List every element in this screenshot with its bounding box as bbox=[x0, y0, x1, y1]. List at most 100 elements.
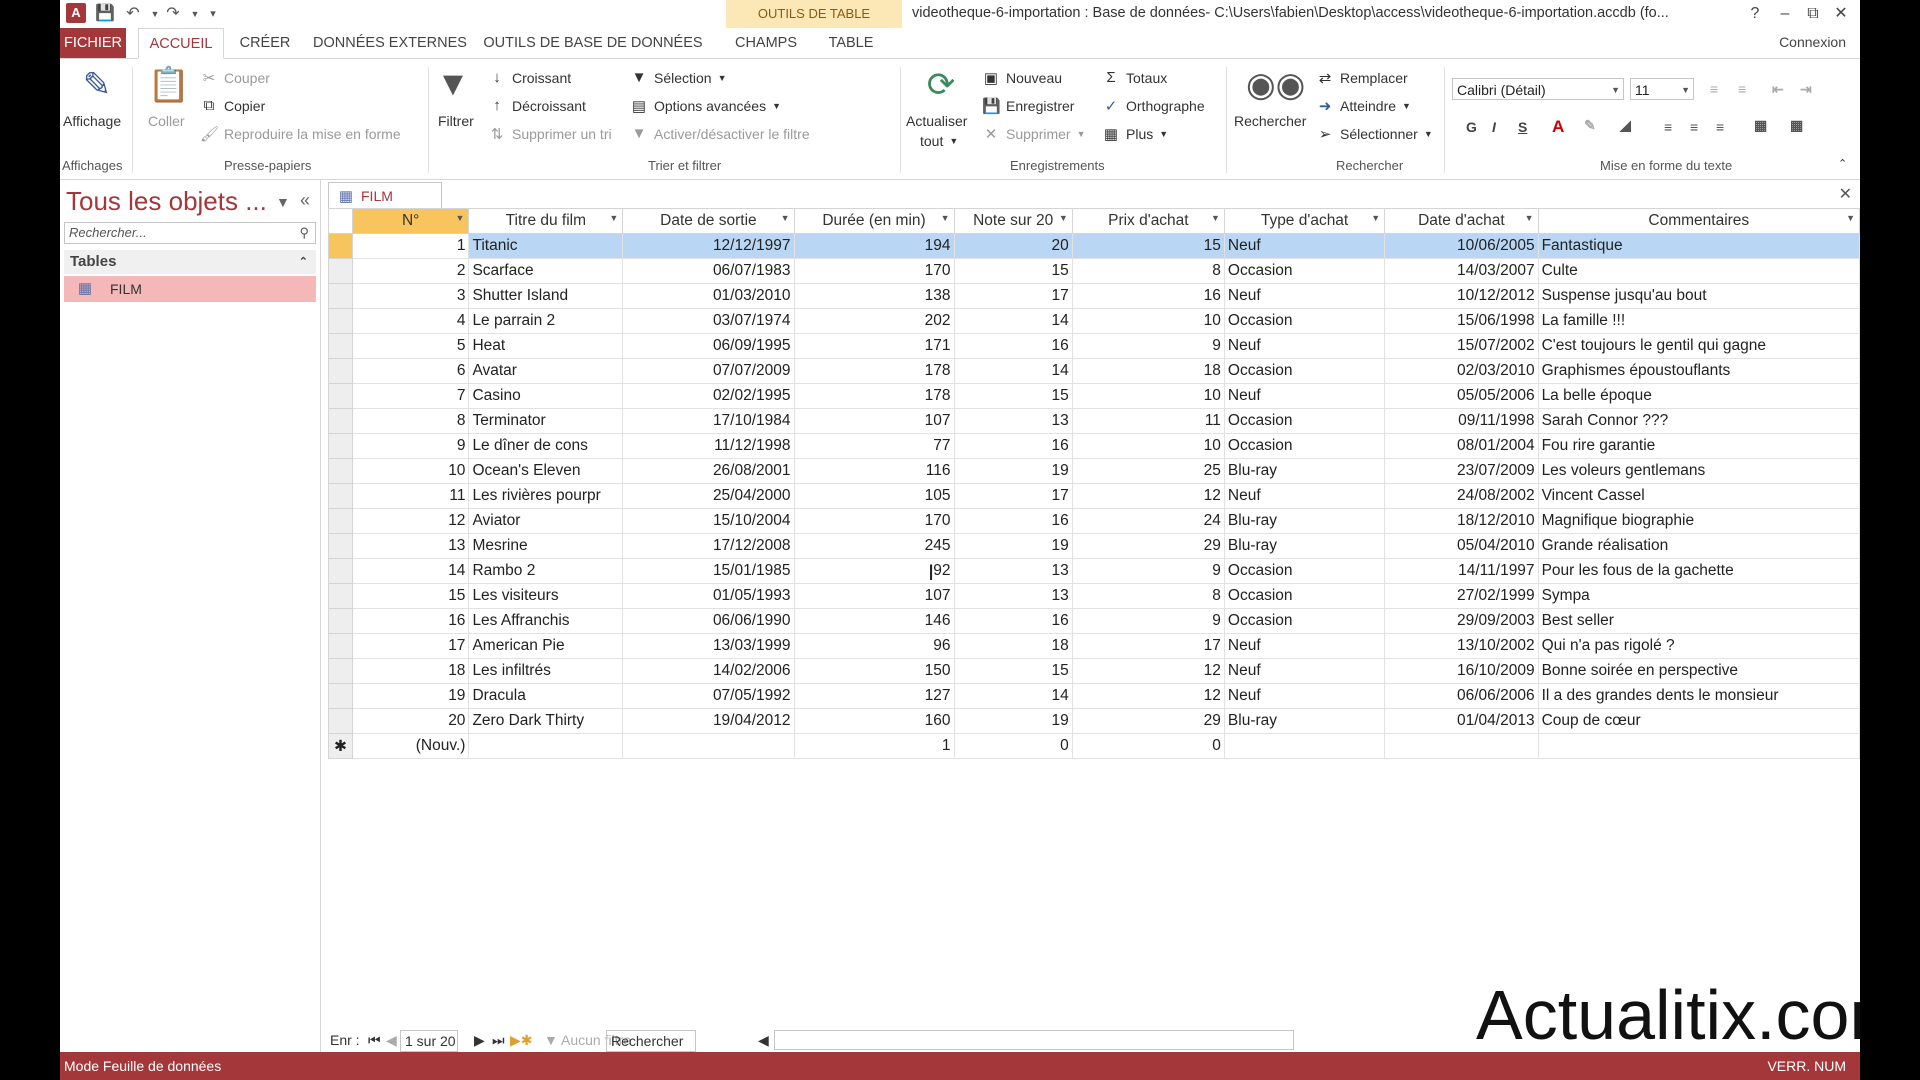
tab-fichier[interactable]: FICHIER bbox=[60, 28, 126, 58]
cell-duree[interactable]: 160 bbox=[793, 708, 955, 734]
cell-id[interactable]: 9 bbox=[351, 433, 470, 459]
cell-titre[interactable]: Mesrine bbox=[468, 533, 624, 559]
cell-commentaires[interactable]: Les voleurs gentlemans bbox=[1537, 458, 1860, 484]
cell-duree[interactable]: 127 bbox=[793, 683, 955, 709]
cell-id[interactable]: 10 bbox=[351, 458, 470, 484]
affichage-button[interactable]: Affichage bbox=[63, 113, 121, 129]
cell-id[interactable]: 13 bbox=[351, 533, 470, 559]
cell-date-achat[interactable]: 15/06/1998 bbox=[1384, 308, 1539, 334]
cell-duree[interactable]: 107 bbox=[793, 408, 955, 434]
cell-commentaires[interactable]: Grande réalisation bbox=[1537, 533, 1860, 559]
tab-accueil[interactable]: ACCUEIL bbox=[138, 28, 224, 59]
cell-commentaires[interactable]: La famille !!! bbox=[1537, 308, 1860, 334]
cell-prix[interactable]: 10 bbox=[1071, 383, 1225, 409]
cell-duree[interactable]: 245 bbox=[793, 533, 955, 559]
supprimer-button[interactable]: ✕ Supprimer ▼ bbox=[982, 125, 1086, 143]
cell-titre[interactable]: Dracula bbox=[468, 683, 624, 709]
cell-commentaires[interactable]: Suspense jusqu'au bout bbox=[1537, 283, 1860, 309]
cell-titre[interactable]: Shutter Island bbox=[468, 283, 624, 309]
tab-table[interactable]: TABLE bbox=[816, 28, 886, 58]
cell-note[interactable]: 0 bbox=[953, 733, 1073, 759]
cell-prix[interactable]: 9 bbox=[1071, 608, 1225, 634]
cell-date-achat[interactable]: 01/04/2013 bbox=[1384, 708, 1539, 734]
fill-color-icon[interactable]: ◢ bbox=[1620, 117, 1631, 134]
table-row[interactable]: 12 Aviator 15/10/2004 170 16 24 Blu-ray 18/12/2… bbox=[328, 508, 1860, 534]
record-selector[interactable] bbox=[328, 583, 353, 609]
cell-prix[interactable]: 16 bbox=[1071, 283, 1225, 309]
select-all-cell[interactable] bbox=[328, 208, 353, 234]
cell-titre[interactable] bbox=[468, 733, 624, 759]
binoculars-icon[interactable]: ◉◉ bbox=[1246, 65, 1305, 105]
cell-duree[interactable]: 170 bbox=[793, 258, 955, 284]
cell-type-achat[interactable]: Neuf bbox=[1223, 333, 1386, 359]
cell-type-achat[interactable]: Occasion bbox=[1223, 583, 1386, 609]
cell-commentaires[interactable]: Il a des grandes dents le monsieur bbox=[1537, 683, 1860, 709]
cell-titre[interactable]: Les Affranchis bbox=[468, 608, 624, 634]
cell-titre[interactable]: Le dîner de cons bbox=[468, 433, 624, 459]
cell-note[interactable]: 14 bbox=[953, 683, 1073, 709]
cell-note[interactable]: 13 bbox=[953, 558, 1073, 584]
cell-id[interactable]: 5 bbox=[351, 333, 470, 359]
cell-type-achat[interactable]: Blu-ray bbox=[1223, 533, 1386, 559]
cell-date-sortie[interactable]: 17/10/1984 bbox=[622, 408, 795, 434]
cell-date-sortie[interactable]: 15/01/1985 bbox=[622, 558, 795, 584]
refresh-icon[interactable]: ⟳ bbox=[916, 65, 966, 105]
tab-champs[interactable]: CHAMPS bbox=[726, 28, 806, 58]
cell-id[interactable]: 4 bbox=[351, 308, 470, 334]
cell-prix[interactable]: 9 bbox=[1071, 558, 1225, 584]
record-selector[interactable] bbox=[328, 258, 353, 284]
tab-outils-base-donnees[interactable]: OUTILS DE BASE DE DONNÉES bbox=[482, 28, 704, 58]
table-row[interactable]: 9 Le dîner de cons 11/12/1998 77 16 10 Occasio… bbox=[328, 433, 1860, 459]
cell-duree[interactable]: 138 bbox=[793, 283, 955, 309]
cell-date-sortie[interactable]: 17/12/2008 bbox=[622, 533, 795, 559]
cell-date-achat[interactable]: 24/08/2002 bbox=[1384, 483, 1539, 509]
cell-type-achat[interactable]: Occasion bbox=[1223, 433, 1386, 459]
table-row[interactable]: 13 Mesrine 17/12/2008 245 19 29 Blu-ray 05/04/2… bbox=[328, 533, 1860, 559]
cell-note[interactable]: 16 bbox=[953, 333, 1073, 359]
cell-note[interactable]: 14 bbox=[953, 308, 1073, 334]
column-header-prix[interactable]: Prix d'achat ▼ bbox=[1071, 208, 1225, 234]
cell-id[interactable]: 20 bbox=[351, 708, 470, 734]
cell-prix[interactable]: 29 bbox=[1071, 708, 1225, 734]
undo-icon[interactable]: ↶ bbox=[122, 3, 144, 25]
cell-note[interactable]: 13 bbox=[953, 408, 1073, 434]
cell-type-achat[interactable]: Neuf bbox=[1223, 283, 1386, 309]
coller-button[interactable]: Coller bbox=[148, 113, 185, 129]
restore-icon[interactable]: ⧉ bbox=[1798, 2, 1828, 26]
cell-date-achat[interactable]: 10/06/2005 bbox=[1384, 233, 1539, 259]
cell-date-achat[interactable] bbox=[1384, 733, 1539, 759]
cell-titre[interactable]: Avatar bbox=[468, 358, 624, 384]
cell-type-achat[interactable]: Occasion bbox=[1223, 308, 1386, 334]
cell-titre[interactable]: Les infiltrés bbox=[468, 658, 624, 684]
cell-prix[interactable]: 15 bbox=[1071, 233, 1225, 259]
cell-note[interactable]: 16 bbox=[953, 433, 1073, 459]
filtrer-button[interactable]: Filtrer bbox=[438, 113, 474, 129]
cell-date-sortie[interactable]: 06/06/1990 bbox=[622, 608, 795, 634]
table-row[interactable]: 18 Les infiltrés 14/02/2006 150 15 12 Neuf 16/1… bbox=[328, 658, 1860, 684]
align-center-icon[interactable]: ≡ bbox=[1690, 119, 1698, 135]
cell-type-achat[interactable]: Occasion bbox=[1223, 558, 1386, 584]
selectionner-button[interactable]: ➢ Sélectionner ▼ bbox=[1316, 125, 1433, 143]
underline-button[interactable]: S bbox=[1518, 119, 1527, 135]
cell-id[interactable]: 15 bbox=[351, 583, 470, 609]
cell-date-sortie[interactable] bbox=[622, 733, 795, 759]
cell-duree[interactable]: 178 bbox=[793, 358, 955, 384]
cell-commentaires[interactable]: Vincent Cassel bbox=[1537, 483, 1860, 509]
paste-icon[interactable]: 📋 bbox=[144, 65, 194, 105]
cell-commentaires[interactable]: Magnifique biographie bbox=[1537, 508, 1860, 534]
previous-record-icon[interactable]: ◀ bbox=[386, 1032, 397, 1049]
record-selector[interactable] bbox=[328, 608, 353, 634]
cell-titre[interactable]: Zero Dark Thirty bbox=[468, 708, 624, 734]
font-color-icon[interactable]: A bbox=[1552, 117, 1564, 137]
supprimer-tri-button[interactable]: ⇅ Supprimer un tri bbox=[488, 125, 612, 143]
cell-note[interactable]: 15 bbox=[953, 383, 1073, 409]
cell-type-achat[interactable]: Neuf bbox=[1223, 683, 1386, 709]
cell-commentaires[interactable] bbox=[1537, 733, 1860, 759]
collapse-ribbon-icon[interactable]: ⌃ bbox=[1838, 157, 1847, 170]
cell-commentaires[interactable]: Pour les fous de la gachette bbox=[1537, 558, 1860, 584]
cell-prix[interactable]: 0 bbox=[1071, 733, 1225, 759]
cell-date-achat[interactable]: 23/07/2009 bbox=[1384, 458, 1539, 484]
enregistrer-button[interactable]: 💾 Enregistrer bbox=[982, 97, 1074, 115]
connexion-link[interactable]: Connexion bbox=[1779, 34, 1846, 50]
cell-date-sortie[interactable]: 15/10/2004 bbox=[622, 508, 795, 534]
